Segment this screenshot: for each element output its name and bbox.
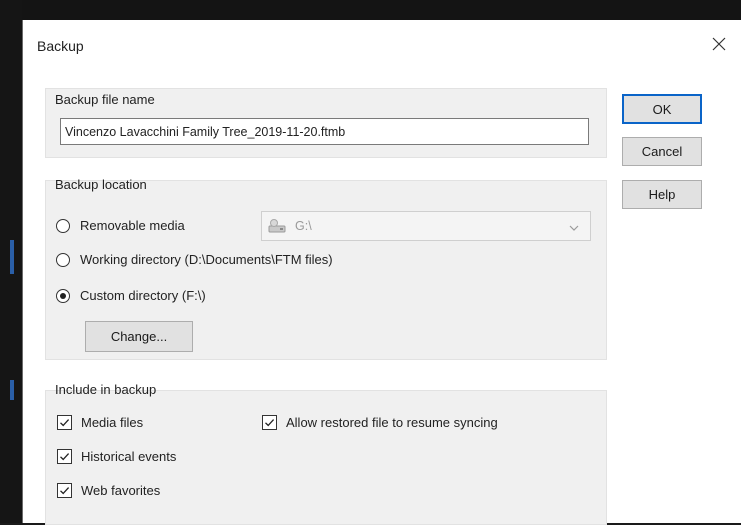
dialog-title: Backup — [37, 38, 84, 54]
drive-icon — [267, 218, 287, 234]
include-label: Include in backup — [55, 382, 157, 397]
checkbox-label: Web favorites — [81, 483, 161, 498]
checkmark-icon — [60, 487, 70, 495]
checkmark-icon — [60, 419, 70, 427]
radio-custom-directory[interactable]: Custom directory (F:\) — [56, 288, 206, 303]
checkbox-label: Allow restored file to resume syncing — [286, 415, 498, 430]
checkmark-icon — [265, 419, 275, 427]
checkmark-icon — [60, 453, 70, 461]
backup-location-label: Backup location — [55, 177, 147, 192]
checkbox-label: Historical events — [81, 449, 177, 464]
drive-select[interactable]: G:\ — [261, 211, 591, 241]
check-media-files[interactable]: Media files — [57, 415, 143, 430]
cancel-button[interactable]: Cancel — [622, 137, 702, 166]
checkbox[interactable] — [57, 415, 72, 430]
radio-button[interactable] — [56, 252, 70, 267]
radio-label: Working directory (D:\Documents\FTM file… — [80, 252, 333, 267]
check-historical-events[interactable]: Historical events — [57, 449, 176, 464]
radio-button[interactable] — [56, 288, 70, 303]
checkbox[interactable] — [57, 483, 72, 498]
background-window-edge — [0, 0, 22, 523]
close-icon[interactable] — [707, 32, 731, 56]
checkbox-label: Media files — [81, 415, 144, 430]
help-button[interactable]: Help — [622, 180, 702, 209]
radio-label: Custom directory (F:\) — [80, 288, 206, 303]
ok-button[interactable]: OK — [622, 94, 702, 124]
radio-removable-media[interactable]: Removable media — [56, 218, 185, 233]
radio-button[interactable] — [56, 218, 70, 233]
backup-dialog: Backup Backup file name Backup location … — [22, 20, 741, 525]
check-web-favorites[interactable]: Web favorites — [57, 483, 160, 498]
background-marker — [10, 380, 14, 400]
radio-working-directory[interactable]: Working directory (D:\Documents\FTM file… — [56, 252, 333, 267]
radio-label: Removable media — [80, 218, 185, 233]
checkbox[interactable] — [57, 449, 72, 464]
title-bar: Backup — [23, 20, 741, 70]
background-marker — [10, 240, 14, 274]
check-allow-resume-syncing[interactable]: Allow restored file to resume syncing — [262, 415, 498, 430]
background-strip — [0, 0, 741, 20]
drive-value: G:\ — [295, 219, 312, 233]
checkbox[interactable] — [262, 415, 277, 430]
backup-file-label: Backup file name — [55, 92, 155, 107]
chevron-down-icon[interactable] — [567, 221, 581, 231]
change-button[interactable]: Change... — [85, 321, 193, 352]
backup-file-name-input[interactable] — [60, 118, 589, 145]
